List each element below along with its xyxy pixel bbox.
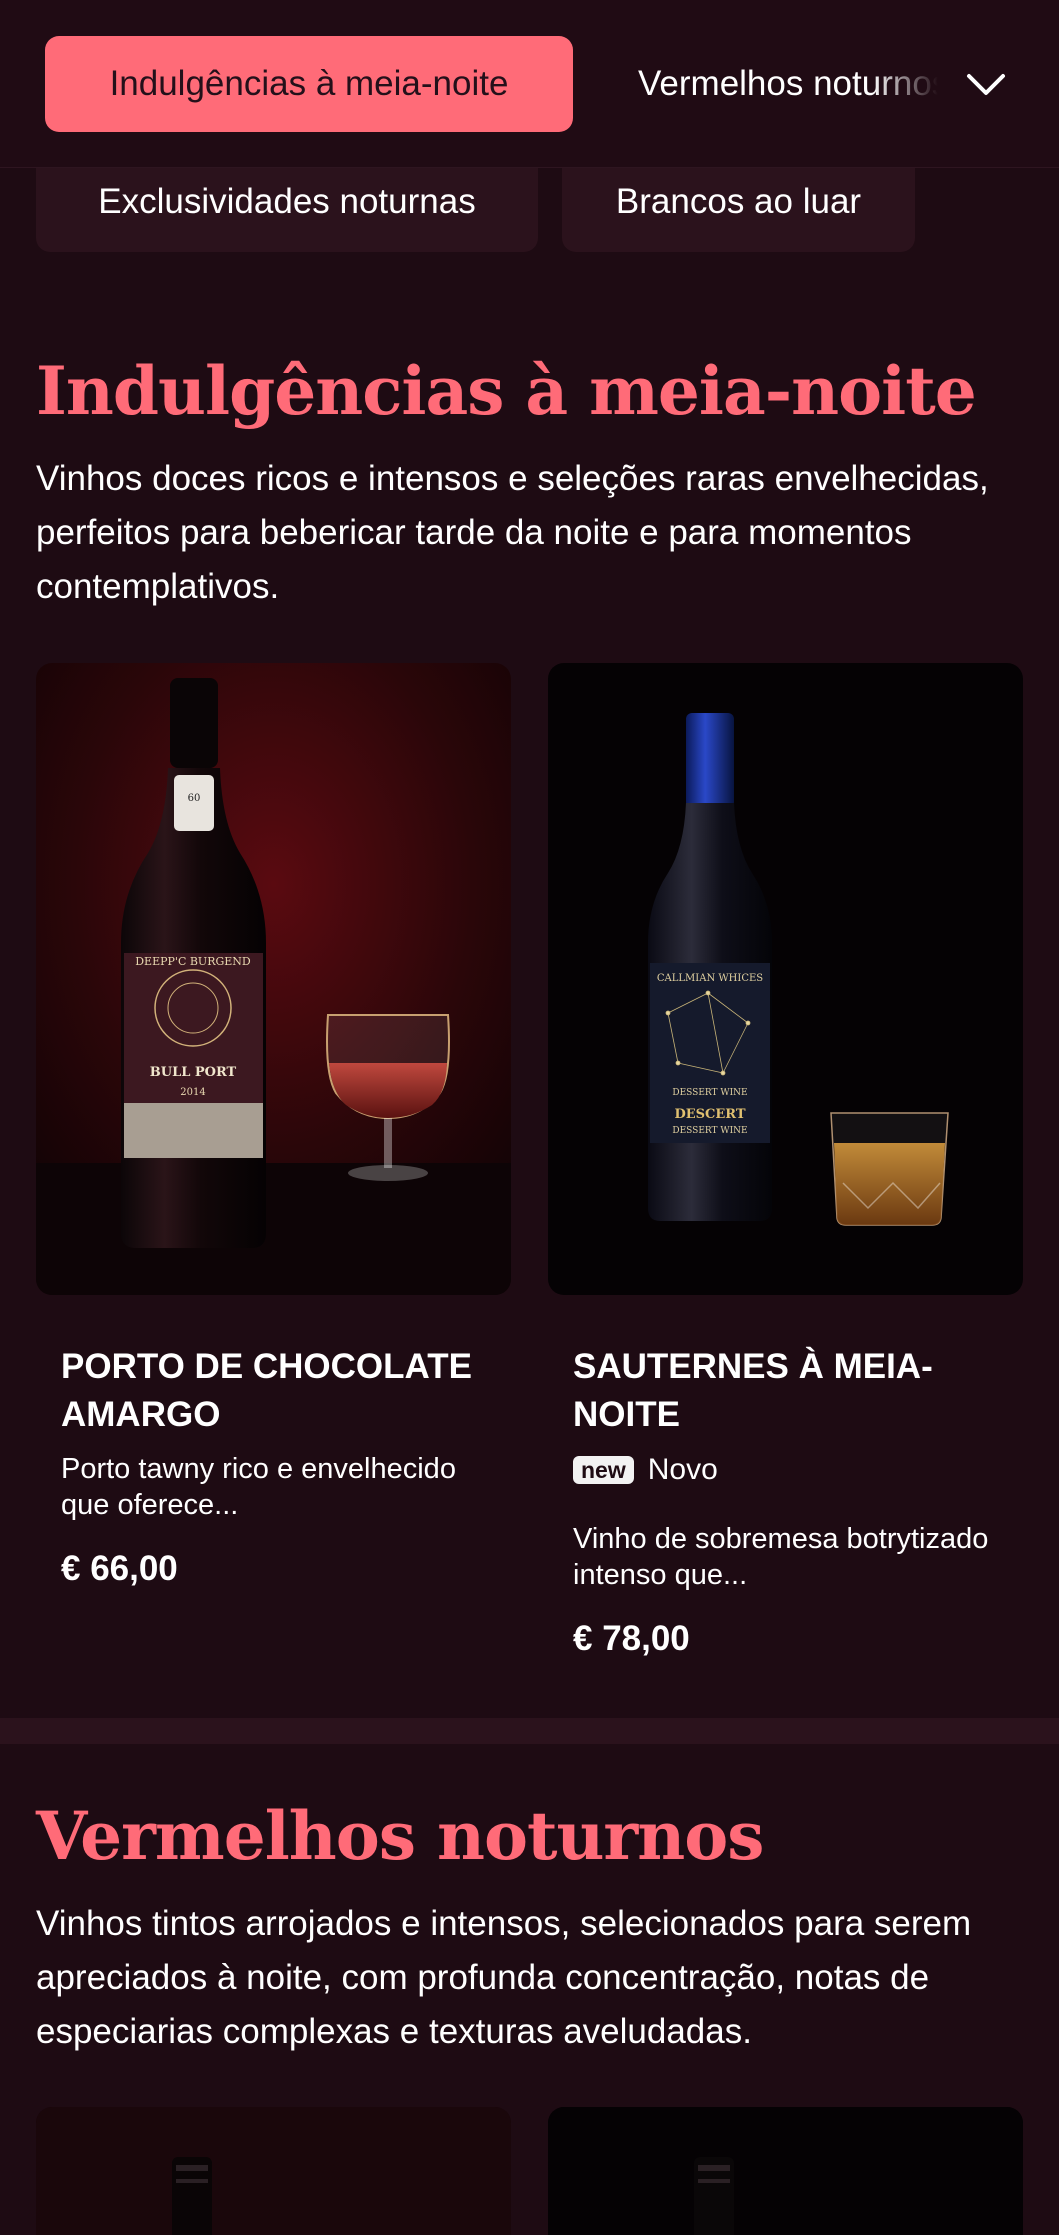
product-card-sauternes[interactable]: CALLMIAN WHICES DESSERT WINE DESCERT DES…: [548, 663, 1023, 1703]
new-badge-text: Novo: [647, 1453, 718, 1486]
tab-indulgencias-active[interactable]: Indulgências à meia-noite: [45, 36, 573, 132]
section-title-indulgencias: Indulgências à meia-noite: [36, 352, 977, 430]
tab-vermelhos-next[interactable]: Vermelhos noturnos: [638, 36, 938, 132]
product-image-sauternes[interactable]: CALLMIAN WHICES DESSERT WINE DESCERT DES…: [548, 663, 1023, 1295]
label-line2: BULL PORT: [150, 1065, 237, 1080]
product-image-porto[interactable]: 60 DEEPP'C BURGEND BULL PORT 2014: [36, 663, 511, 1295]
section-title-vermelhos: Vermelhos noturnos: [36, 1797, 764, 1875]
product-name[interactable]: Sauternes à meia-noite: [573, 1343, 1013, 1439]
label-line2: DESSERT WINE: [672, 1088, 747, 1098]
label-line4: DESSERT WINE: [672, 1126, 747, 1136]
section-divider: [0, 1718, 1059, 1744]
dessert-wine-bottle-illustration: CALLMIAN WHICES DESSERT WINE DESCERT DES…: [548, 663, 1023, 1295]
bottle-top-illustration: [548, 2107, 1023, 2235]
product-price: € 66,00: [61, 1549, 178, 1588]
product-card-preview-2[interactable]: [548, 2107, 1023, 2235]
product-card-preview-1[interactable]: [36, 2107, 511, 2235]
bottle-top-illustration: [36, 2107, 511, 2235]
label-line1: DEEPP'C BURGEND: [135, 955, 251, 968]
label-line1: CALLMIAN WHICES: [657, 973, 763, 984]
new-badge: new: [573, 1456, 634, 1484]
section-description-indulgencias: Vinhos doces ricos e intensos e seleções…: [36, 459, 989, 606]
label-line3: 2014: [180, 1087, 205, 1098]
port-bottle-illustration: 60 DEEPP'C BURGEND BULL PORT 2014: [36, 663, 511, 1295]
new-badge-row: new Novo: [573, 1453, 1013, 1487]
product-description: Vinho de sobremesa botrytizado intenso q…: [573, 1523, 989, 1591]
section-description-vermelhos: Vinhos tintos arrojados e intensos, sele…: [36, 1904, 972, 2051]
category-nav-overlay: Indulgências à meia-noite Vermelhos notu…: [0, 0, 1059, 168]
svg-text:60: 60: [188, 793, 201, 804]
chevron-down-icon[interactable]: [961, 60, 1011, 110]
product-card-porto[interactable]: 60 DEEPP'C BURGEND BULL PORT 2014 Porto …: [36, 663, 511, 1613]
product-name[interactable]: Porto de chocolate amargo: [61, 1343, 501, 1439]
label-line3: DESCERT: [674, 1107, 745, 1122]
product-description: Porto tawny rico e envelhecido que ofere…: [61, 1453, 456, 1521]
product-price: € 78,00: [573, 1619, 690, 1658]
